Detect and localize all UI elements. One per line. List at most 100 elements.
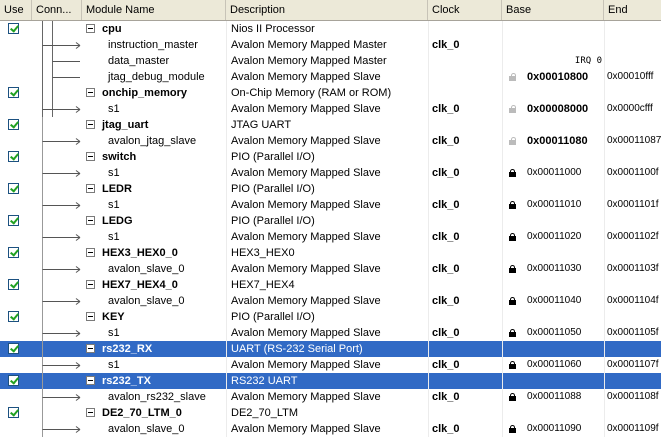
clock-cell[interactable]: clk_0	[428, 229, 502, 245]
module-name-cell[interactable]: rs232_RX	[82, 341, 226, 357]
lock-icon[interactable]	[509, 297, 516, 305]
clock-cell[interactable]	[428, 149, 502, 165]
base-cell[interactable]	[502, 373, 604, 389]
connection-lines[interactable]	[32, 101, 82, 117]
connection-lines[interactable]	[32, 389, 82, 405]
connection-lines[interactable]	[32, 165, 82, 181]
use-checkbox[interactable]	[8, 343, 19, 354]
clock-cell[interactable]	[428, 21, 502, 37]
lock-icon[interactable]	[509, 329, 516, 337]
base-cell[interactable]: 0x00011010	[502, 197, 604, 213]
clock-cell[interactable]	[428, 69, 502, 85]
port-row[interactable]: data_master Avalon Memory Mapped Master IR…	[0, 53, 661, 69]
module-name-cell[interactable]: switch	[82, 149, 226, 165]
clock-cell[interactable]: clk_0	[428, 293, 502, 309]
clock-cell[interactable]: clk_0	[428, 197, 502, 213]
use-checkbox[interactable]	[8, 151, 19, 162]
port-row[interactable]: avalon_jtag_slave Avalon Memory Mapped Sl…	[0, 133, 661, 149]
clock-cell[interactable]: clk_0	[428, 261, 502, 277]
column-header-description[interactable]: Description	[226, 0, 428, 20]
port-name-cell[interactable]: avalon_slave_0	[82, 261, 226, 277]
module-name-cell[interactable]: onchip_memory	[82, 85, 226, 101]
column-header-module-name[interactable]: Module Name	[82, 0, 226, 20]
port-row[interactable]: avalon_slave_0 Avalon Memory Mapped Slave…	[0, 421, 661, 437]
clock-cell[interactable]	[428, 277, 502, 293]
connection-lines[interactable]	[32, 85, 82, 101]
module-name-cell[interactable]: rs232_TX	[82, 373, 226, 389]
clock-cell[interactable]	[428, 405, 502, 421]
connection-lines[interactable]	[32, 293, 82, 309]
connection-lines[interactable]	[32, 69, 82, 85]
unlocked-icon[interactable]	[509, 73, 516, 81]
clock-cell[interactable]: clk_0	[428, 357, 502, 373]
port-name-cell[interactable]: s1	[82, 165, 226, 181]
use-checkbox[interactable]	[8, 375, 19, 386]
clock-cell[interactable]	[428, 53, 502, 69]
connection-lines[interactable]	[32, 405, 82, 421]
use-checkbox[interactable]	[8, 407, 19, 418]
use-checkbox[interactable]	[8, 279, 19, 290]
clock-cell[interactable]	[428, 213, 502, 229]
connection-lines[interactable]	[32, 37, 82, 53]
connection-lines[interactable]	[32, 309, 82, 325]
module-row[interactable]: HEX7_HEX4_0 HEX7_HEX4	[0, 277, 661, 293]
connection-lines[interactable]	[32, 357, 82, 373]
module-name-cell[interactable]: KEY	[82, 309, 226, 325]
connection-lines[interactable]	[32, 245, 82, 261]
port-row[interactable]: avalon_slave_0 Avalon Memory Mapped Slave…	[0, 293, 661, 309]
port-name-cell[interactable]: instruction_master	[82, 37, 226, 53]
collapse-icon[interactable]	[86, 216, 95, 225]
clock-cell[interactable]: clk_0	[428, 421, 502, 437]
base-cell[interactable]: 0x00010800	[502, 69, 604, 85]
base-cell[interactable]	[502, 117, 604, 133]
port-row[interactable]: jtag_debug_module Avalon Memory Mapped Sl…	[0, 69, 661, 85]
clock-cell[interactable]	[428, 85, 502, 101]
base-cell[interactable]	[502, 37, 604, 53]
clock-cell[interactable]	[428, 341, 502, 357]
collapse-icon[interactable]	[86, 312, 95, 321]
column-header-clock[interactable]: Clock	[428, 0, 502, 20]
module-row[interactable]: rs232_RX UART (RS-232 Serial Port)	[0, 341, 661, 357]
base-cell[interactable]: 0x00011020	[502, 229, 604, 245]
port-row[interactable]: s1 Avalon Memory Mapped Slave clk_0 0x00011…	[0, 357, 661, 373]
clock-cell[interactable]	[428, 309, 502, 325]
clock-cell[interactable]: clk_0	[428, 101, 502, 117]
connection-lines[interactable]	[32, 197, 82, 213]
module-row[interactable]: LEDR PIO (Parallel I/O)	[0, 181, 661, 197]
base-cell[interactable]: 0x00011088	[502, 389, 604, 405]
collapse-icon[interactable]	[86, 120, 95, 129]
clock-cell[interactable]: clk_0	[428, 389, 502, 405]
base-cell[interactable]: 0x00011040	[502, 293, 604, 309]
collapse-icon[interactable]	[86, 248, 95, 257]
module-name-cell[interactable]: cpu	[82, 21, 226, 37]
lock-icon[interactable]	[509, 169, 516, 177]
collapse-icon[interactable]	[86, 88, 95, 97]
base-cell[interactable]: 0x00011050	[502, 325, 604, 341]
connection-lines[interactable]	[32, 261, 82, 277]
collapse-icon[interactable]	[86, 376, 95, 385]
port-row[interactable]: avalon_slave_0 Avalon Memory Mapped Slave…	[0, 261, 661, 277]
port-name-cell[interactable]: avalon_slave_0	[82, 293, 226, 309]
connection-lines[interactable]	[32, 421, 82, 437]
port-name-cell[interactable]: jtag_debug_module	[82, 69, 226, 85]
lock-icon[interactable]	[509, 233, 516, 241]
base-cell[interactable]: 0x00011030	[502, 261, 604, 277]
port-name-cell[interactable]: avalon_rs232_slave	[82, 389, 226, 405]
port-row[interactable]: s1 Avalon Memory Mapped Slave clk_0 0x00011…	[0, 229, 661, 245]
module-row[interactable]: rs232_TX RS232 UART	[0, 373, 661, 389]
use-checkbox[interactable]	[8, 183, 19, 194]
port-name-cell[interactable]: s1	[82, 229, 226, 245]
collapse-icon[interactable]	[86, 344, 95, 353]
base-cell[interactable]	[502, 181, 604, 197]
connection-lines[interactable]	[32, 133, 82, 149]
connection-lines[interactable]	[32, 21, 82, 37]
clock-cell[interactable]	[428, 245, 502, 261]
port-name-cell[interactable]: avalon_jtag_slave	[82, 133, 226, 149]
port-row[interactable]: s1 Avalon Memory Mapped Slave clk_0 0x00011…	[0, 325, 661, 341]
module-row[interactable]: jtag_uart JTAG UART	[0, 117, 661, 133]
base-cell[interactable]	[502, 149, 604, 165]
base-cell[interactable]	[502, 85, 604, 101]
port-name-cell[interactable]: s1	[82, 101, 226, 117]
connection-lines[interactable]	[32, 149, 82, 165]
clock-cell[interactable]	[428, 117, 502, 133]
